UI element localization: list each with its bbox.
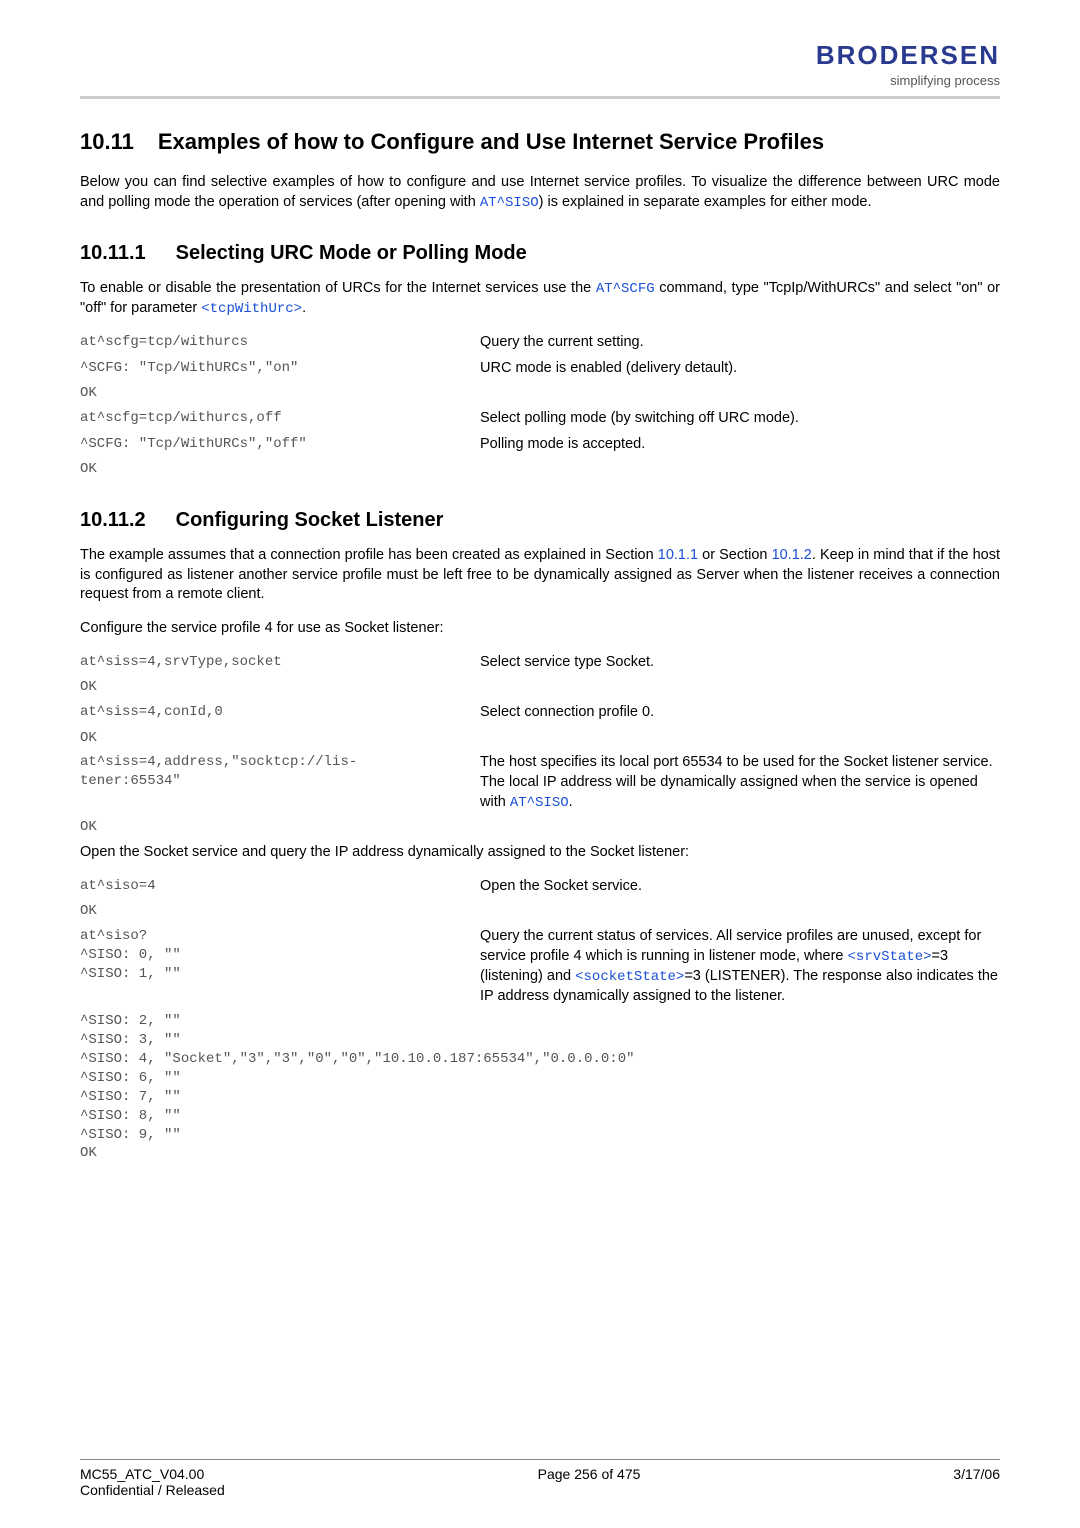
intro-text-b: ) is explained in separate examples for … — [539, 194, 872, 210]
code-row: at^siso? ^SISO: 0, "" ^SISO: 1, "" Query… — [80, 927, 1000, 1006]
header: BRODERSEN simplifying process — [80, 40, 1000, 88]
code-comment: URC mode is enabled (delivery detault). — [480, 359, 1000, 379]
logo: BRODERSEN — [816, 40, 1000, 71]
code-comment: Polling mode is accepted. — [480, 435, 1000, 455]
sub2-p1-b: or Section — [698, 547, 771, 563]
code-left: at^siso=4 — [80, 877, 480, 897]
subsection-1-heading: 10.11.1 Selecting URC Mode or Polling Mod… — [80, 242, 1000, 265]
s5-left: ^SISO: 1, "" — [80, 966, 181, 982]
code-left: OK — [80, 460, 480, 479]
code-left: OK — [80, 729, 480, 748]
footer-divider — [80, 1459, 1000, 1460]
code-comment — [480, 460, 1000, 479]
code-row: at^siss=4,conId,0 Select connection prof… — [80, 703, 1000, 723]
footer-date: 3/17/06 — [953, 1466, 1000, 1498]
code-comment: Query the current setting. — [480, 333, 1000, 353]
footer-page: Page 256 of 475 — [538, 1466, 641, 1498]
s4-left: ^SISO: 0, "" — [80, 947, 181, 963]
code-row: OK — [80, 460, 1000, 479]
at-siso-link-2[interactable]: AT^SISO — [510, 795, 569, 811]
section-link-1012[interactable]: 10.1.2 — [772, 547, 812, 563]
code-comment: Select polling mode (by switching off UR… — [480, 409, 1000, 429]
code-left: OK — [80, 818, 480, 837]
section-title-text: Examples of how to Configure and Use Int… — [158, 129, 824, 154]
code-tail: ^SISO: 2, "" ^SISO: 3, "" ^SISO: 4, "Soc… — [80, 1012, 1000, 1163]
s3-left: at^siso? — [80, 928, 147, 944]
sub2-p1-a: The example assumes that a connection pr… — [80, 547, 658, 563]
code-row: at^siss=4,address,"socktcp://lis- tener:… — [80, 753, 1000, 812]
subsection-1-number: 10.11.1 — [80, 242, 146, 265]
code-row: at^siss=4,srvType,socket Select service … — [80, 653, 1000, 673]
code-row: at^scfg=tcp/withurcs,off Select polling … — [80, 409, 1000, 429]
r5-right-b: . — [569, 794, 573, 810]
code-comment: Select service type Socket. — [480, 653, 1000, 673]
code-comment — [480, 818, 1000, 837]
code-left: ^SCFG: "Tcp/WithURCs","on" — [80, 359, 480, 379]
code-left: OK — [80, 678, 480, 697]
code-comment — [480, 384, 1000, 403]
code-row: OK — [80, 384, 1000, 403]
tagline: simplifying process — [890, 73, 1000, 88]
code-comment: Open the Socket service. — [480, 877, 1000, 897]
code-row: ^SCFG: "Tcp/WithURCs","off" Polling mode… — [80, 435, 1000, 455]
code-left: OK — [80, 384, 480, 403]
code-left: at^scfg=tcp/withurcs,off — [80, 409, 480, 429]
code-left: at^siso? ^SISO: 0, "" ^SISO: 1, "" — [80, 927, 480, 1006]
footer-left: MC55_ATC_V04.00 Confidential / Released — [80, 1466, 225, 1498]
doc-version: MC55_ATC_V04.00 — [80, 1466, 225, 1482]
sub1-para-c: . — [302, 300, 306, 316]
sub2-para3: Open the Socket service and query the IP… — [80, 843, 1000, 863]
code-row: ^SCFG: "Tcp/WithURCs","on" URC mode is e… — [80, 359, 1000, 379]
code-left: at^siss=4,conId,0 — [80, 703, 480, 723]
code-row: at^scfg=tcp/withurcs Query the current s… — [80, 333, 1000, 353]
code-row: OK — [80, 818, 1000, 837]
code-row: OK — [80, 902, 1000, 921]
sub1-para-a: To enable or disable the presentation of… — [80, 280, 596, 296]
code-left: ^SCFG: "Tcp/WithURCs","off" — [80, 435, 480, 455]
code-comment — [480, 729, 1000, 748]
sub2-para1: The example assumes that a connection pr… — [80, 546, 1000, 605]
tcpwithurc-param[interactable]: <tcpWithUrc> — [201, 301, 302, 317]
doc-status: Confidential / Released — [80, 1482, 225, 1498]
socketstate-param[interactable]: <socketState> — [575, 969, 684, 985]
code-comment: Query the current status of services. Al… — [480, 927, 1000, 1006]
code-left: at^siss=4,address,"socktcp://lis- tener:… — [80, 753, 480, 812]
section-intro: Below you can find selective examples of… — [80, 173, 1000, 212]
sub1-para: To enable or disable the presentation of… — [80, 279, 1000, 319]
at-siso-link[interactable]: AT^SISO — [480, 195, 539, 211]
code-comment: The host specifies its local port 65534 … — [480, 753, 1000, 812]
subsection-2-heading: 10.11.2 Configuring Socket Listener — [80, 509, 1000, 532]
subsection-1-title: Selecting URC Mode or Polling Mode — [176, 242, 527, 264]
code-left: OK — [80, 902, 480, 921]
code-left: at^scfg=tcp/withurcs — [80, 333, 480, 353]
section-link-1011[interactable]: 10.1.1 — [658, 547, 698, 563]
subsection-2-number: 10.11.2 — [80, 509, 146, 532]
section-heading: 10.11 Examples of how to Configure and Us… — [80, 129, 1000, 155]
code-row: OK — [80, 678, 1000, 697]
code-comment: Select connection profile 0. — [480, 703, 1000, 723]
code-comment — [480, 678, 1000, 697]
subsection-2-title: Configuring Socket Listener — [176, 509, 444, 531]
code-comment — [480, 902, 1000, 921]
footer: MC55_ATC_V04.00 Confidential / Released … — [80, 1459, 1000, 1498]
section-number: 10.11 — [80, 129, 134, 155]
header-divider — [80, 96, 1000, 99]
code-row: OK — [80, 729, 1000, 748]
srvstate-param[interactable]: <srvState> — [848, 949, 932, 965]
code-left: at^siss=4,srvType,socket — [80, 653, 480, 673]
code-row: at^siso=4 Open the Socket service. — [80, 877, 1000, 897]
at-scfg-link[interactable]: AT^SCFG — [596, 281, 655, 297]
sub2-para2: Configure the service profile 4 for use … — [80, 619, 1000, 639]
